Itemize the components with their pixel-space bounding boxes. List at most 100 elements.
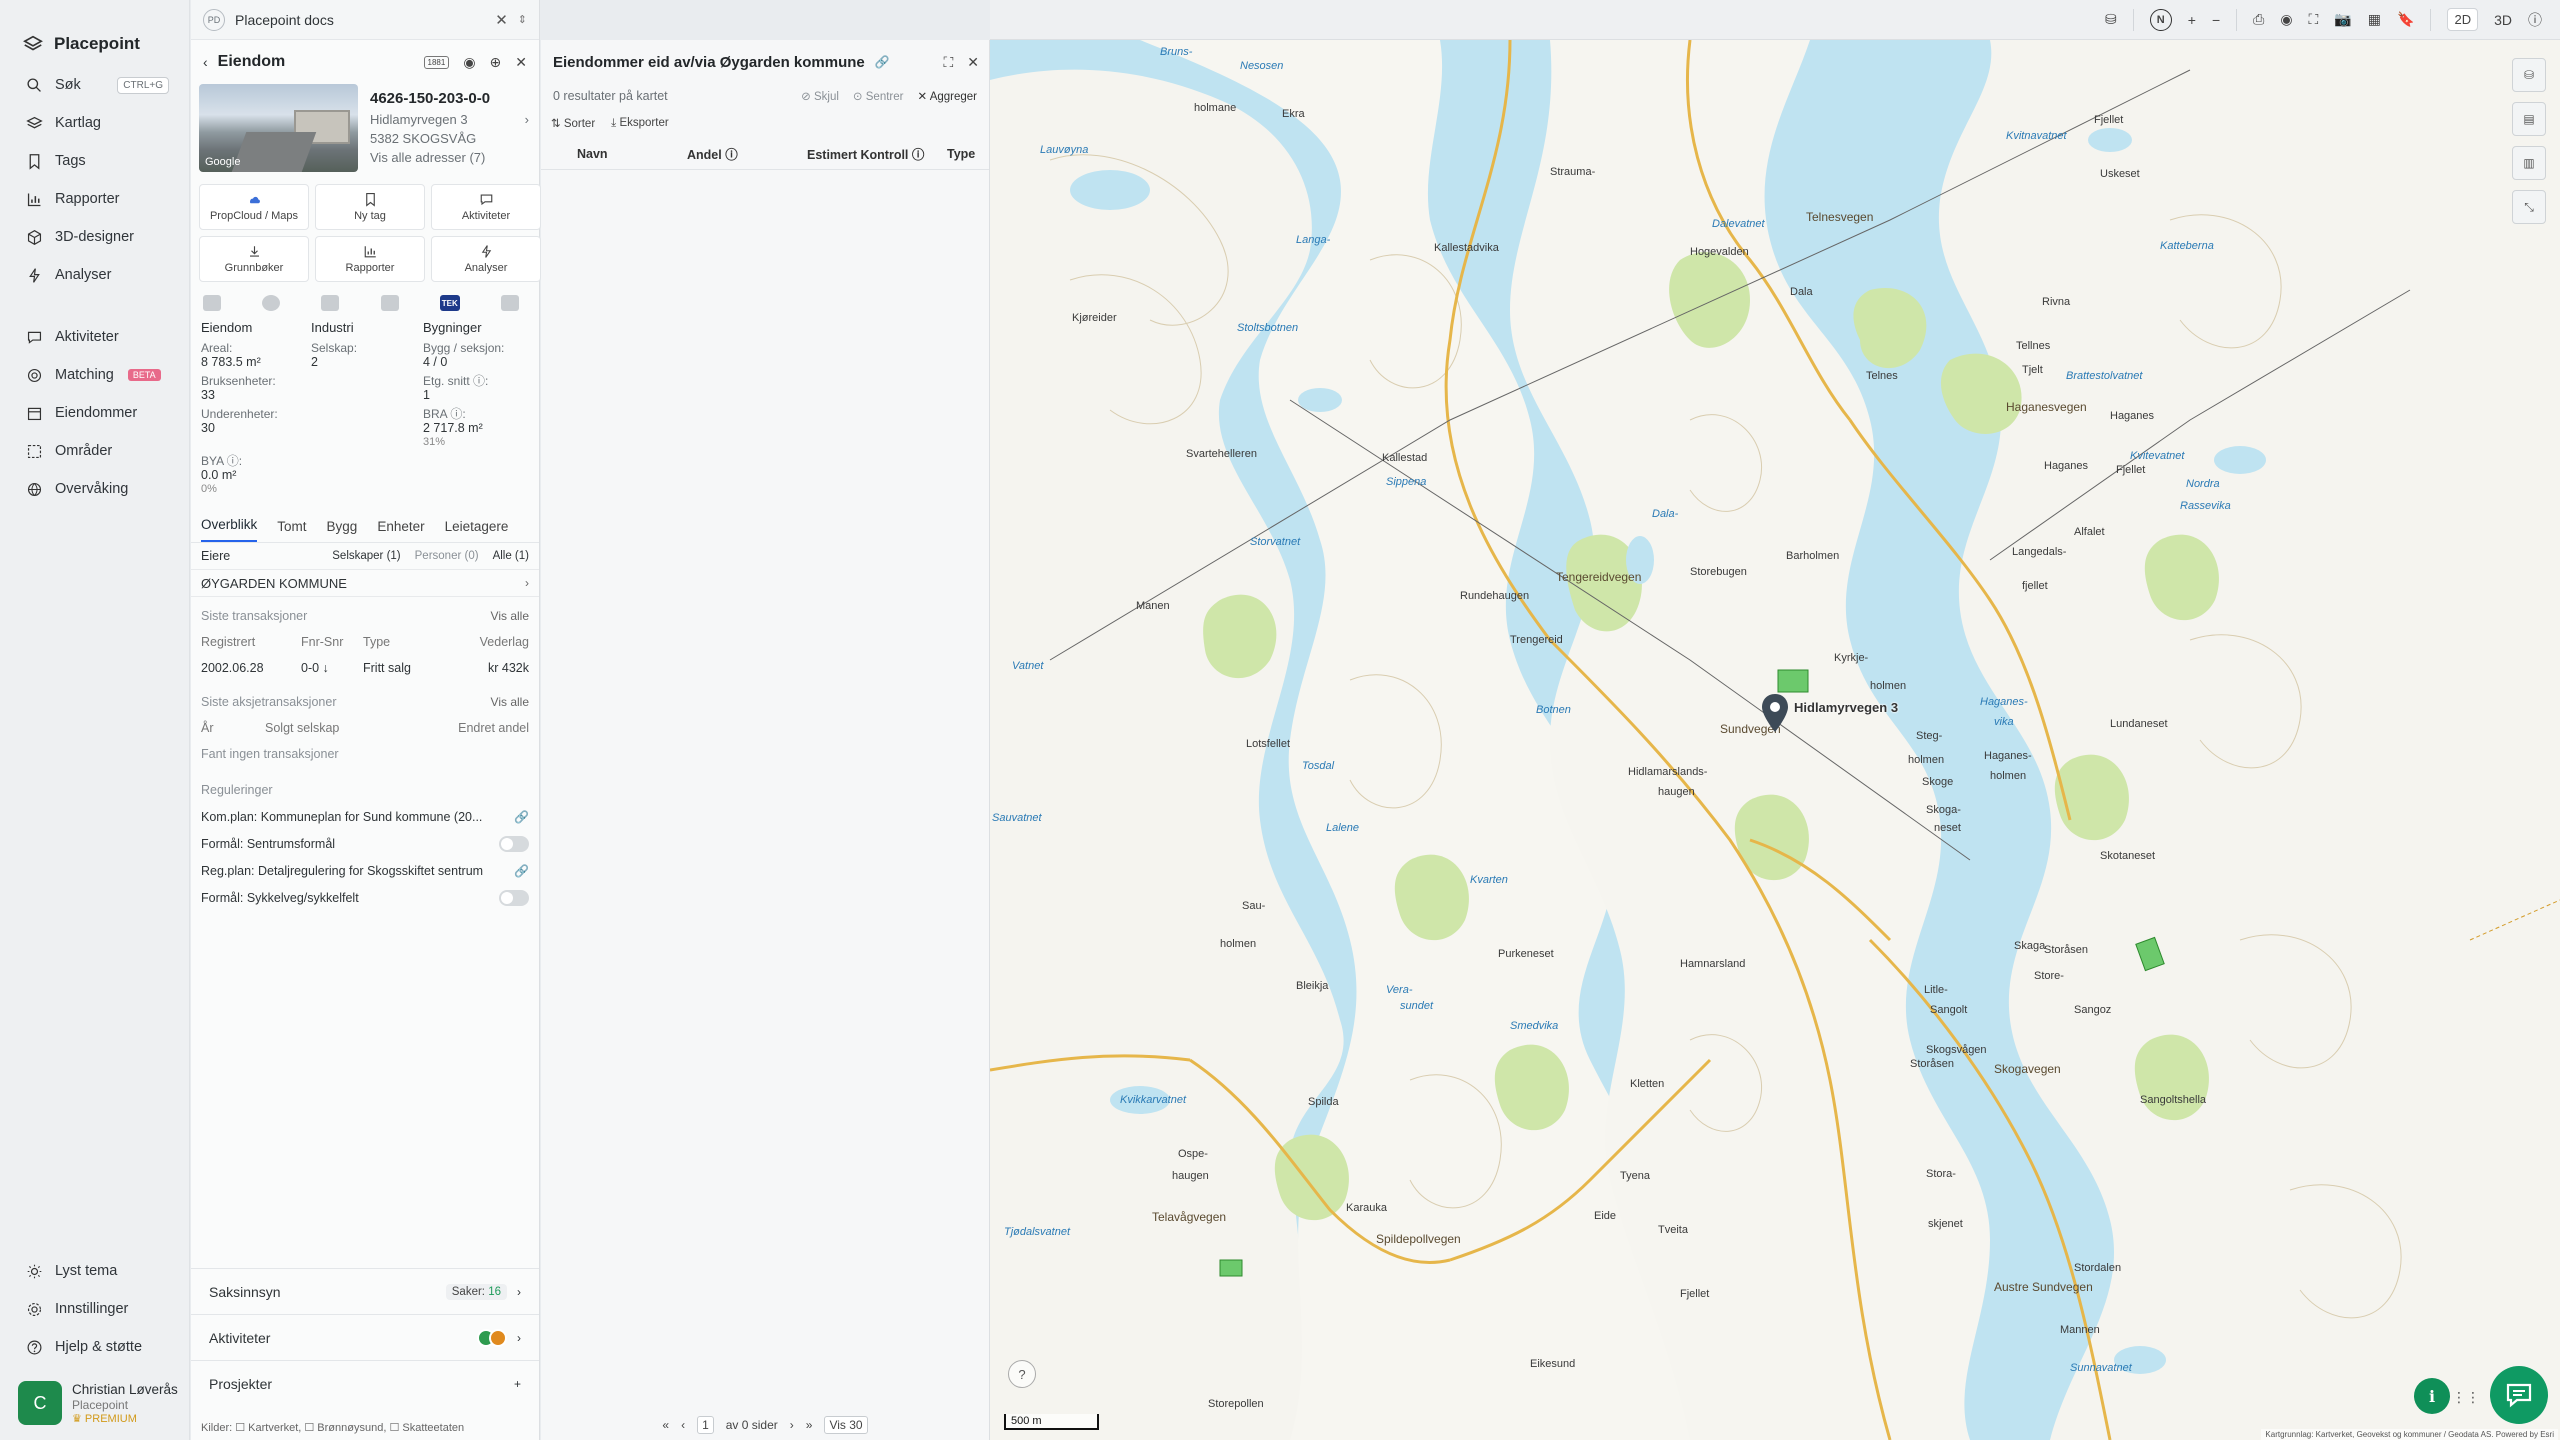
expand-collapse-icon[interactable]: ⇕ <box>518 13 527 26</box>
tab-enheter[interactable]: Enheter <box>377 519 424 542</box>
document-tab[interactable]: PD Placepoint docs ✕ ⇕ <box>191 0 539 40</box>
map-canvas[interactable]: Bruns- Nesosen Ekra holmane Lauvøyna Strauma-… <box>990 40 2560 1440</box>
nav-item-kartlag[interactable]: Kartlag <box>0 104 189 142</box>
eye-icon[interactable]: ◉ <box>463 54 475 71</box>
last-page-icon[interactable]: » <box>806 1418 813 1432</box>
activities-button[interactable]: Aktiviteter <box>431 184 541 230</box>
back-icon[interactable]: ‹ <box>203 54 208 70</box>
regulation-row[interactable]: Formål: Sykkelveg/sykkelfelt <box>191 884 539 911</box>
layer-toggle-icon[interactable] <box>380 295 399 311</box>
help-icon[interactable]: ? <box>1008 1360 1036 1388</box>
owner-row[interactable]: ØYGARDEN KOMMUNE › <box>191 569 539 597</box>
tab-bygg[interactable]: Bygg <box>327 519 358 542</box>
filter-all[interactable]: Alle (1) <box>493 550 529 562</box>
filter-companies[interactable]: Selskaper (1) <box>332 550 400 562</box>
export-button[interactable]: ⤓ Eksporter <box>611 117 669 130</box>
center-button[interactable]: ⊙ Sentrer <box>853 89 904 103</box>
land-registry-button[interactable]: Grunnbøker <box>199 236 309 282</box>
1881-icon[interactable]: 1881 <box>423 55 450 69</box>
info-icon[interactable]: ⓘ <box>2528 10 2542 30</box>
tab-overblikk[interactable]: Overblikk <box>201 517 258 542</box>
nav-item-matching[interactable]: Matching BETA <box>0 356 189 394</box>
drag-handle-icon[interactable]: ⋮⋮ <box>2452 1389 2480 1406</box>
first-page-icon[interactable]: « <box>662 1418 669 1432</box>
nav-item-eiendommer[interactable]: Eiendommer <box>0 394 189 432</box>
hide-button[interactable]: ⊘ Skjul <box>801 89 839 103</box>
user-profile[interactable]: C Christian Løverås Placepoint ♛ PREMIUM <box>18 1378 181 1428</box>
layer-toggle-icon[interactable] <box>500 295 519 311</box>
nav-item-analyser[interactable]: Analyser <box>0 256 189 294</box>
show-all-transactions[interactable]: Vis alle <box>491 609 529 623</box>
layer-toggle-icon[interactable] <box>262 295 281 311</box>
show-all-addresses-link[interactable]: Vis alle adresser (7) <box>370 148 531 167</box>
zoom-out-icon[interactable]: − <box>2212 12 2220 28</box>
nav-item-sok[interactable]: Søk CTRL+G <box>0 66 189 104</box>
nav-item-tags[interactable]: Tags <box>0 142 189 180</box>
layer-toggle-icon[interactable] <box>203 295 221 311</box>
nav-item-innstillinger[interactable]: Innstillinger <box>0 1290 189 1328</box>
nav-item-aktiviteter[interactable]: Aktiviteter <box>0 318 189 356</box>
bookmark-icon[interactable]: 🔖 <box>2397 11 2414 28</box>
nav-item-rapporter[interactable]: Rapporter <box>0 180 189 218</box>
view-2d-button[interactable]: 2D <box>2447 8 2479 31</box>
chart-tool-icon[interactable]: ▥ <box>2512 146 2546 180</box>
brand[interactable]: Placepoint <box>0 0 189 66</box>
page-input[interactable]: 1 <box>697 1416 714 1434</box>
nav-item-lyst-tema[interactable]: Lyst tema <box>0 1252 189 1290</box>
reports-button[interactable]: Rapporter <box>315 236 425 282</box>
toggle-switch[interactable] <box>499 835 529 852</box>
aggregate-button[interactable]: ✕ Aggreger <box>917 89 977 103</box>
layer-toggle-icon[interactable] <box>321 295 340 311</box>
camera-icon[interactable]: 📷 <box>2334 11 2351 28</box>
tab-leietagere[interactable]: Leietagere <box>445 519 509 542</box>
layers-stack-icon[interactable]: ⛁ <box>2105 11 2117 28</box>
propcloud-button[interactable]: PropCloud / Maps <box>199 184 309 230</box>
print-icon[interactable]: ⎙ <box>2253 11 2264 28</box>
analyses-button[interactable]: Analyser <box>431 236 541 282</box>
filter-persons[interactable]: Personer (0) <box>415 550 479 562</box>
regulation-row[interactable]: Formål: Sentrumsformål <box>191 830 539 857</box>
measure-tool-icon[interactable]: ⤡ <box>2512 190 2546 224</box>
fullscreen-icon[interactable]: ⛶ <box>2309 11 2319 28</box>
street-view-image[interactable]: Google <box>199 84 358 172</box>
grid-icon[interactable]: ▦ <box>2368 11 2381 28</box>
chat-button[interactable] <box>2490 1366 2548 1424</box>
layers-tool-icon[interactable]: ⛁ <box>2512 58 2546 92</box>
sort-button[interactable]: ⇅ Sorter <box>551 116 595 130</box>
col-type[interactable]: Type <box>947 147 979 161</box>
link-icon[interactable]: 🔗 <box>514 864 529 878</box>
tek-icon[interactable]: TEK <box>439 295 460 311</box>
plus-icon[interactable]: + <box>514 1377 521 1391</box>
address-block[interactable]: Hidlamyrvegen 3 5382 SKOGSVÅG Vis alle a… <box>370 110 531 167</box>
accordion-prosjekter[interactable]: Prosjekter + <box>191 1360 539 1406</box>
accordion-aktiviteter[interactable]: Aktiviteter › <box>191 1314 539 1360</box>
link-icon[interactable]: 🔗 <box>875 55 890 69</box>
toggle-switch[interactable] <box>499 889 529 906</box>
regulation-row[interactable]: Reg.plan: Detaljregulering for Skogsskif… <box>191 857 539 884</box>
view-3d-button[interactable]: 3D <box>2494 12 2512 28</box>
add-circle-icon[interactable]: ⊕ <box>490 54 502 71</box>
expand-icon[interactable]: ⛶ <box>943 54 953 71</box>
tab-tomt[interactable]: Tomt <box>277 519 306 542</box>
table-row[interactable]: 2002.06.28 0-0 ↓ Fritt salg kr 432k <box>191 655 539 681</box>
regulation-row[interactable]: Kom.plan: Kommuneplan for Sund kommune (… <box>191 803 539 830</box>
close-icon[interactable]: ✕ <box>495 11 508 29</box>
nav-item-hjelp[interactable]: Hjelp & støtte <box>0 1328 189 1366</box>
link-icon[interactable]: 🔗 <box>514 810 529 824</box>
compass-icon[interactable]: N <box>2149 8 2172 31</box>
nav-item-omrader[interactable]: Områder <box>0 432 189 470</box>
nav-item-overvaking[interactable]: Overvåking <box>0 470 189 508</box>
col-name[interactable]: Navn <box>577 147 687 161</box>
close-icon[interactable]: ✕ <box>967 54 979 71</box>
zoom-in-icon[interactable]: + <box>2188 12 2196 28</box>
info-button[interactable]: i <box>2414 1378 2450 1414</box>
eye-icon[interactable]: ◉ <box>2280 11 2292 28</box>
accordion-saksinnsyn[interactable]: Saksinnsyn Saker: 16 › <box>191 1268 539 1314</box>
location-pin[interactable] <box>1760 692 1790 737</box>
next-page-icon[interactable]: › <box>790 1418 794 1432</box>
nav-item-3d-designer[interactable]: 3D-designer <box>0 218 189 256</box>
new-tag-button[interactable]: Ny tag <box>315 184 425 230</box>
close-icon[interactable]: ✕ <box>515 54 527 71</box>
prev-page-icon[interactable]: ‹ <box>681 1418 685 1432</box>
col-share[interactable]: Andel ⓘ <box>687 144 807 163</box>
